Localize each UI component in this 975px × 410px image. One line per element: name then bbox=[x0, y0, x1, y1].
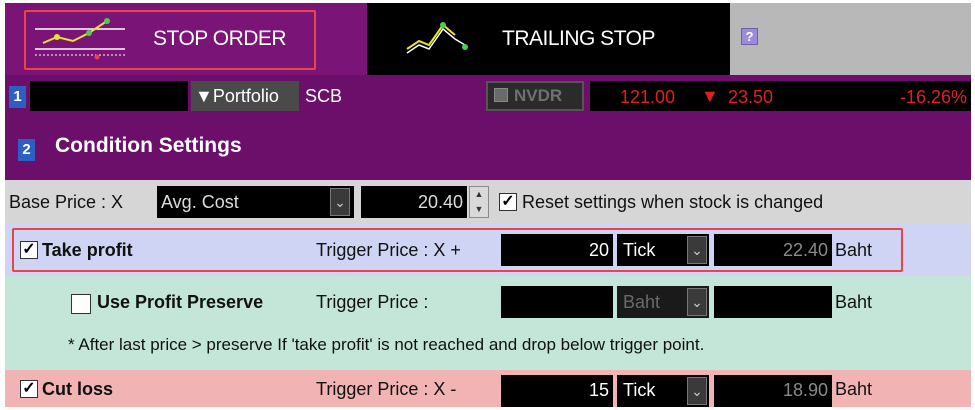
profit-preserve-unit: Baht bbox=[623, 292, 661, 312]
price-change: 23.50 bbox=[728, 87, 774, 107]
cut-loss-unit-select[interactable]: Tick ⌄ bbox=[617, 375, 709, 407]
cut-loss-result-field: 18.90 bbox=[714, 375, 832, 407]
reset-settings-checkbox[interactable]: ✓ bbox=[499, 193, 517, 211]
cut-loss-currency: Baht bbox=[835, 379, 873, 399]
profit-preserve-currency: Baht bbox=[835, 292, 873, 312]
condition-settings-header: 2 Condition Settings bbox=[5, 118, 971, 180]
profit-preserve-unit-select[interactable]: Baht ⌄ bbox=[617, 286, 709, 318]
cut-loss-unit: Tick bbox=[623, 380, 656, 400]
stop-order-chart-icon bbox=[35, 18, 125, 60]
base-price-row: Base Price : X Avg. Cost ⌄ 20.40 ▲ ▼ ✓ R… bbox=[5, 180, 971, 224]
portfolio-name: SCB bbox=[305, 86, 343, 106]
chevron-down-icon[interactable]: ⌄ bbox=[687, 377, 707, 405]
symbol-combobox[interactable]: ⌄ bbox=[30, 81, 205, 111]
section-title: Condition Settings bbox=[55, 134, 242, 157]
cut-loss-trigger-label: Trigger Price : X - bbox=[316, 379, 457, 399]
trailing-stop-chart-icon bbox=[406, 22, 468, 54]
base-price-selected: Avg. Cost bbox=[161, 192, 239, 212]
take-profit-highlight bbox=[12, 228, 903, 272]
base-price-value-field[interactable]: 20.40 bbox=[361, 186, 467, 218]
help-icon[interactable]: ? bbox=[741, 28, 758, 45]
cut-loss-label: Cut loss bbox=[42, 379, 114, 399]
nvdr-toggle[interactable]: NVDR bbox=[486, 81, 584, 111]
cut-loss-offset-input[interactable]: 15 bbox=[501, 375, 613, 407]
reset-settings-label: Reset settings when stock is changed bbox=[522, 192, 824, 212]
symbol-bar: 1 ⌄ ▼Portfolio SCB NVDR 121.00 ▼ 23.50 -… bbox=[5, 75, 971, 118]
last-price: 121.00 bbox=[620, 87, 676, 107]
quote-display: 121.00 ▼ 23.50 -16.26% bbox=[590, 81, 971, 111]
tab-stop-order-label: STOP ORDER bbox=[153, 27, 287, 50]
chevron-down-icon[interactable]: ⌄ bbox=[330, 188, 350, 216]
cut-loss-checkbox[interactable]: ✓ bbox=[20, 380, 38, 398]
profit-preserve-trigger-label: Trigger Price : bbox=[316, 292, 429, 312]
tab-trailing-stop[interactable]: TRAILING STOP bbox=[367, 3, 730, 75]
section-number-badge: 2 bbox=[18, 139, 35, 161]
section-number-badge: 1 bbox=[9, 86, 26, 108]
cut-loss-result: 18.90 bbox=[782, 380, 828, 400]
tab-bar-filler: ? bbox=[730, 3, 971, 75]
base-price-label: Base Price : X bbox=[9, 192, 124, 212]
cut-loss-row: ✓ Cut loss Trigger Price : X - 15 Tick ⌄… bbox=[5, 370, 971, 407]
stop-order-panel: STOP ORDER TRAILING STOP ? 1 ⌄ ▼Portfoli… bbox=[5, 3, 971, 407]
profit-preserve-result-field bbox=[714, 286, 832, 318]
tab-bar: STOP ORDER TRAILING STOP ? bbox=[5, 3, 971, 75]
base-price-select[interactable]: Avg. Cost ⌄ bbox=[157, 186, 354, 218]
profit-preserve-checkbox[interactable] bbox=[71, 294, 91, 314]
nvdr-checkbox[interactable] bbox=[494, 88, 508, 102]
portfolio-button[interactable]: ▼Portfolio bbox=[191, 81, 299, 111]
profit-preserve-price-input[interactable] bbox=[501, 286, 613, 318]
base-price-value: 20.40 bbox=[417, 192, 463, 212]
profit-preserve-note: * After last price > preserve If 'take p… bbox=[68, 335, 705, 354]
base-price-spinner[interactable]: ▲ ▼ bbox=[469, 186, 489, 218]
tab-stop-order[interactable]: STOP ORDER bbox=[5, 3, 367, 75]
nvdr-label: NVDR bbox=[514, 86, 563, 105]
spinner-up-icon[interactable]: ▲ bbox=[470, 187, 488, 202]
spinner-down-icon[interactable]: ▼ bbox=[470, 202, 488, 217]
chevron-down-icon[interactable]: ⌄ bbox=[687, 288, 707, 316]
price-change-percent: -16.26% bbox=[899, 87, 967, 107]
profit-preserve-label: Use Profit Preserve bbox=[97, 292, 264, 312]
tab-trailing-stop-label: TRAILING STOP bbox=[502, 27, 655, 50]
profit-preserve-row: Use Profit Preserve Trigger Price : Baht… bbox=[5, 276, 971, 370]
down-arrow-icon: ▼ bbox=[701, 86, 719, 106]
cut-loss-offset: 15 bbox=[588, 380, 609, 400]
